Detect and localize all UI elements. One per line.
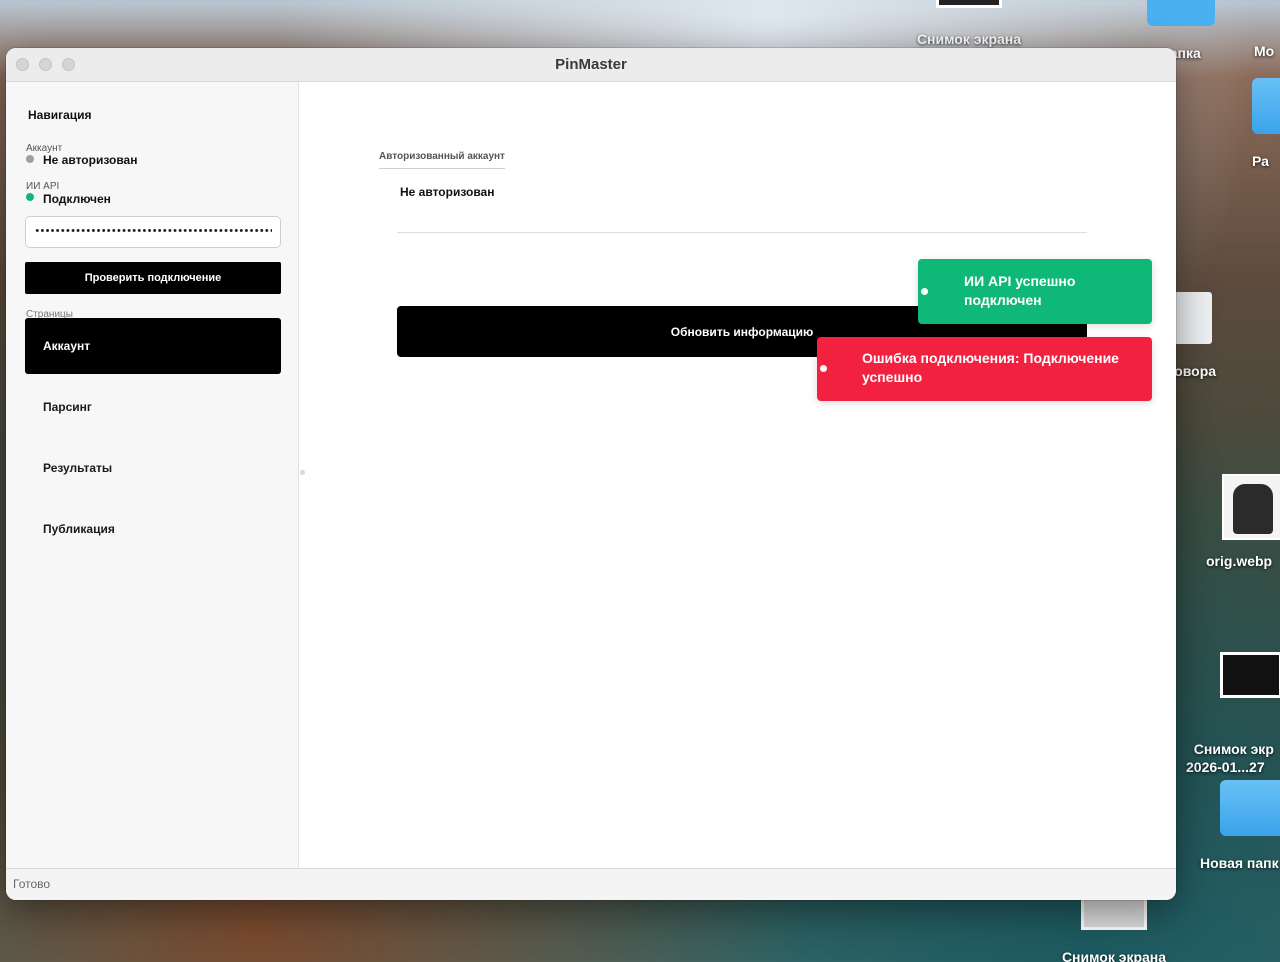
sidebar-title: Навигация (28, 108, 92, 122)
desktop-icon-label: Снимок экр 2026-01...27 (1186, 741, 1274, 775)
desktop-icon-screenshot-bottom[interactable]: Снимок экрана (1052, 900, 1176, 962)
status-bar: Готово (6, 868, 1176, 900)
section-divider (397, 232, 1087, 233)
desktop-icon-screenshot-2026[interactable]: Снимок экр 2026-01...27 (1186, 616, 1280, 776)
app-window: PinMaster Навигация Аккаунт Не авторизов… (6, 48, 1176, 900)
desktop-icon-label: Ра (1252, 153, 1269, 169)
screenshot-thumbnail-icon (1081, 900, 1147, 930)
title-bar: PinMaster (6, 48, 1176, 82)
sidebar-item-publication[interactable]: Публикация (25, 501, 281, 557)
sidebar: Навигация Аккаунт Не авторизован ИИ API … (6, 82, 299, 868)
toast-success-text: ИИ API успешно подключен (964, 273, 1076, 308)
desktop-icon-label: Снимок экрана (916, 31, 1022, 47)
desktop-icon-label: Снимок экрана (1061, 949, 1167, 962)
sidebar-item-results[interactable]: Результаты (25, 440, 281, 496)
desktop-icon-new-folder[interactable]: Новая папк (1200, 780, 1280, 872)
api-label: ИИ API (26, 181, 60, 192)
screenshot-thumbnail-icon (936, 0, 1002, 8)
document-icon (1172, 292, 1212, 344)
authorized-account-label: Авторизованный аккаунт (379, 151, 505, 169)
check-connection-button[interactable]: Проверить подключение (25, 262, 281, 294)
window-title: PinMaster (555, 56, 627, 73)
toast-dot-icon (820, 365, 827, 372)
main-content: Авторизованный аккаунт Не авторизован Об… (300, 82, 1176, 868)
authorized-account-value: Не авторизован (400, 185, 495, 199)
splitter-handle[interactable] (300, 470, 305, 475)
folder-icon (1252, 78, 1280, 134)
desktop-icon-folder-ra[interactable]: Ра (1252, 78, 1280, 170)
toast-error-text: Ошибка подключения: Подключение успешно (862, 350, 1119, 385)
desktop-icon-orig-webp[interactable]: orig.webp (1206, 474, 1280, 570)
api-key-input[interactable] (25, 216, 281, 248)
desktop-icon-mo[interactable]: Мо (1254, 42, 1280, 60)
api-status-dot-icon (26, 193, 34, 201)
account-status-dot-icon (26, 155, 34, 163)
toast-error[interactable]: Ошибка подключения: Подключение успешно (817, 337, 1152, 401)
sidebar-item-account[interactable]: Аккаунт (25, 318, 281, 374)
folder-icon (1220, 780, 1280, 836)
screenshot-thumbnail-icon (1220, 652, 1280, 698)
desktop-icon-label: Мо (1254, 43, 1275, 59)
desktop-icon-label: orig.webp (1206, 553, 1273, 569)
toast-dot-icon (921, 288, 928, 295)
folder-icon (1147, 0, 1215, 26)
sidebar-item-parsing[interactable]: Парсинг (25, 379, 281, 435)
desktop-icon-screenshot-top[interactable]: Снимок экрана (904, 0, 1034, 48)
account-status: Не авторизован (43, 153, 138, 167)
toast-success[interactable]: ИИ API успешно подключен (918, 259, 1152, 324)
desktop-icon-label: Новая папк (1200, 855, 1279, 871)
image-thumbnail-icon (1222, 474, 1280, 540)
api-status: Подключен (43, 192, 111, 206)
